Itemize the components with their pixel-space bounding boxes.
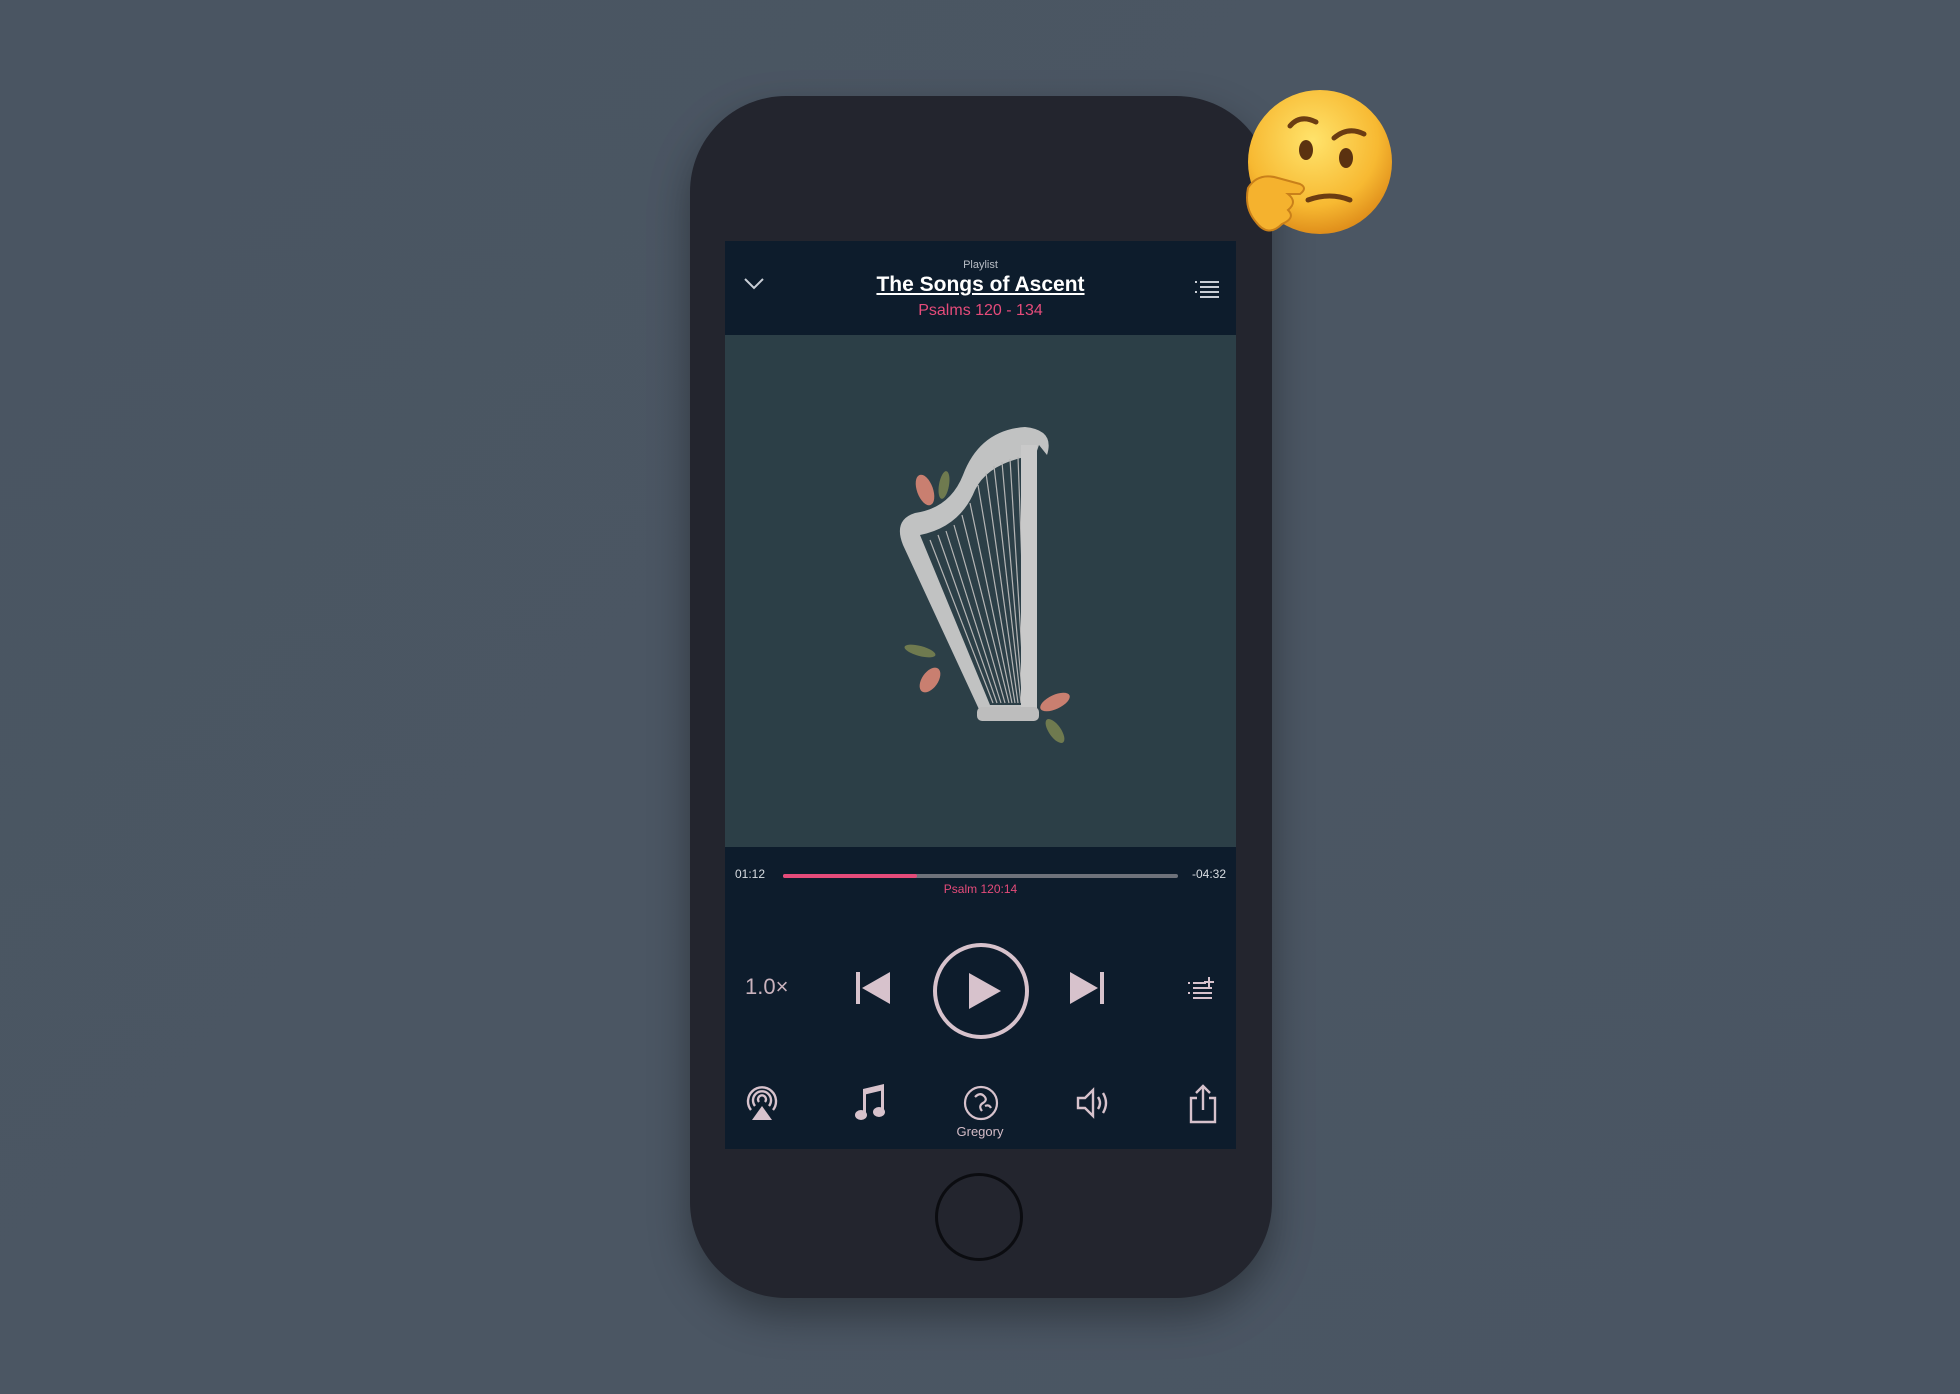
play-button[interactable] (931, 941, 1031, 1041)
share-icon[interactable] (1188, 1084, 1218, 1124)
player-screen: Playlist The Songs of Ascent Psalms 120 … (725, 241, 1236, 1149)
voice-label: Gregory (956, 1124, 1004, 1139)
playlist-title[interactable]: The Songs of Ascent (725, 273, 1236, 297)
player-header: Playlist The Songs of Ascent Psalms 120 … (725, 241, 1236, 335)
home-button[interactable] (935, 1173, 1023, 1261)
album-artwork (725, 335, 1236, 847)
play-icon (969, 973, 1001, 1009)
skip-back-icon[interactable] (854, 969, 892, 1007)
airplay-icon[interactable] (743, 1084, 781, 1122)
thinking-face-icon (1246, 90, 1392, 234)
harp-illustration (899, 427, 1070, 743)
skip-forward-icon[interactable] (1068, 969, 1106, 1007)
voice-icon[interactable] (962, 1084, 1000, 1122)
remaining-time: -04:32 (1191, 867, 1226, 881)
progress-scrubber[interactable] (783, 874, 1178, 878)
music-note-icon[interactable] (854, 1084, 888, 1122)
playlist-subtitle: Psalms 120 - 134 (918, 302, 1043, 319)
progress-fill (783, 874, 918, 878)
elapsed-time: 01:12 (735, 867, 766, 881)
volume-icon[interactable] (1075, 1084, 1115, 1122)
add-to-queue-icon[interactable] (1187, 976, 1215, 1004)
playlist-eyebrow: Playlist (963, 259, 998, 271)
current-verse: Psalm 120:14 (943, 882, 1018, 896)
playback-speed-button[interactable]: 1.0× (745, 974, 788, 1000)
list-icon[interactable] (1194, 278, 1220, 302)
